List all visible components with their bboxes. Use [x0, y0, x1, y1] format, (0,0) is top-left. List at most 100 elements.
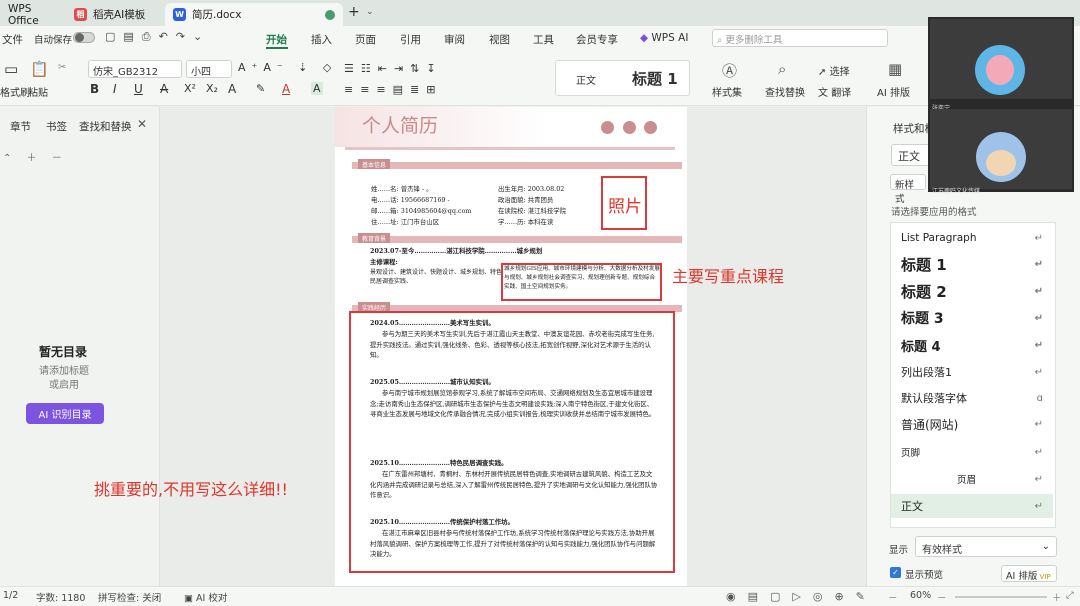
search-input[interactable]: ⌕ 更多删除工具	[712, 29, 888, 47]
menu-wps-ai[interactable]: ◆ WPS AI	[640, 32, 688, 44]
new-tab-button[interactable]: +	[348, 4, 360, 20]
ai-layout-icon[interactable]: ▦	[888, 60, 902, 78]
close-panel-icon[interactable]: ✕	[137, 117, 147, 131]
align-buttons[interactable]: ≡≡≡▤≣⊞	[344, 83, 442, 96]
format-painter-button[interactable]: 格式刷	[0, 84, 30, 99]
bold-button[interactable]: B	[90, 82, 99, 96]
empty-toc-hint-1: 请添加标题	[39, 366, 89, 377]
menu-file[interactable]: 文件	[2, 32, 23, 47]
zoom-plus-button[interactable]: ＋	[1052, 590, 1062, 604]
format-painter-icon[interactable]: ▭	[4, 60, 18, 78]
char-shading-button[interactable]: A	[311, 82, 323, 95]
menu-insert[interactable]: 插入	[311, 32, 332, 47]
return-icon: ↵	[1034, 366, 1043, 378]
menu-page[interactable]: 页面	[355, 32, 376, 47]
style-heading1-tile[interactable]: 标题 1	[632, 68, 678, 89]
preview-checkbox[interactable]: ✓	[890, 567, 901, 578]
style-item-normal-web[interactable]: 普通(网站) ↵	[891, 412, 1053, 436]
paste-button[interactable]: 粘贴	[28, 84, 48, 99]
vip-badge: VIP	[1037, 573, 1051, 581]
page-indicator[interactable]: 1/2	[3, 590, 18, 601]
apply-style-label: 请选择要应用的格式	[891, 207, 977, 218]
autosave-label: 自动保存	[34, 35, 73, 46]
paste-icon[interactable]: 📋	[30, 60, 49, 78]
style-item-label: 标题 2	[901, 282, 947, 301]
zoom-in-button[interactable]: －	[937, 590, 947, 604]
ai-proofread-button[interactable]: ▣ AI 校对	[184, 590, 227, 604]
find-replace-icon[interactable]: ⌕	[778, 60, 786, 78]
menu-home[interactable]: 开始	[266, 32, 287, 47]
style-set-icon[interactable]: Ⓐ	[722, 60, 737, 81]
ai-layout-ribbon-button[interactable]: AI 排版	[877, 84, 910, 99]
tab-template[interactable]: 稻稻壳AI模板	[66, 3, 162, 26]
superscript-button[interactable]: X²	[184, 82, 196, 95]
ai-layout-panel-button[interactable]: AI 排版 VIP	[1001, 565, 1057, 582]
style-item-label: 默认段落字体	[901, 392, 967, 405]
style-item-list-paragraph-1[interactable]: 列出段落1 ↵	[891, 360, 1053, 384]
tab-wps-home[interactable]: WPS Office	[0, 3, 64, 27]
cursor-icon: ➚	[818, 67, 827, 78]
chevron-down-icon[interactable]: ⌄	[366, 7, 374, 17]
basic-left-1: 姓……名: 曾杰锋 - 。	[371, 185, 433, 193]
exp-4-body: 在湛江市麻章区旧县村参与传统村落保护工作坊,系统学习传统村落保护理论与实践方法,…	[370, 529, 656, 558]
fit-page-icon[interactable]: ⤢	[1066, 590, 1074, 601]
basic-left-4: 住……址: 江门市台山区	[371, 218, 440, 226]
spell-check-status[interactable]: 拼写检查: 关闭	[98, 590, 161, 604]
style-item-heading-2[interactable]: 标题 2 ↵	[891, 279, 1053, 303]
return-icon: ↵	[1034, 258, 1043, 270]
exp-1-head: 2024.05……………………美术写生实训。	[370, 319, 495, 327]
outline-controls[interactable]: ⌃ ＋ －	[3, 149, 68, 164]
translate-button[interactable]: 文 翻译	[818, 84, 851, 99]
menu-member[interactable]: 会员专享	[576, 32, 618, 47]
tab-find-replace[interactable]: 查找和替换	[79, 119, 132, 134]
autosave-toggle[interactable]	[73, 32, 95, 43]
zoom-level[interactable]: 60%	[910, 590, 931, 601]
participant-name-2: 江苏鹿鸣文化传媒	[932, 188, 981, 195]
word-count[interactable]: 字数: 1180	[36, 590, 85, 604]
style-item-list-paragraph[interactable]: List Paragraph ↵	[891, 226, 1053, 250]
style-item-heading-4[interactable]: 标题 4 ↵	[891, 333, 1053, 357]
zoom-slider[interactable]	[955, 596, 1047, 598]
font-color-button[interactable]: A	[282, 82, 290, 96]
show-filter-select[interactable]: 有效样式 ⌄	[915, 536, 1057, 557]
new-style-button[interactable]: 新样式	[890, 174, 926, 205]
empty-toc-title: 暂无目录	[39, 345, 88, 359]
view-mode-buttons[interactable]: ◉▤▢▷◎⊕✎	[726, 590, 877, 603]
cut-icon[interactable]: ✂	[58, 62, 66, 73]
list-buttons[interactable]: ☰☷⇤⇥⇅↧	[344, 62, 443, 75]
select-button[interactable]: ➚ 选择	[818, 63, 850, 78]
style-item-footer[interactable]: 页脚 ↵	[891, 440, 1053, 464]
style-item-heading-1[interactable]: 标题 1 ↵	[891, 252, 1053, 276]
style-item-heading-3[interactable]: 标题 3 ↵	[891, 306, 1053, 330]
zoom-out-button[interactable]: －	[888, 590, 898, 604]
clear-format-button[interactable]: A	[228, 82, 236, 96]
style-item-label: 普通(网站)	[901, 417, 959, 432]
style-set-button[interactable]: 样式集	[712, 84, 742, 99]
menu-view[interactable]: 视图	[489, 32, 510, 47]
menu-tools[interactable]: 工具	[533, 32, 554, 47]
section-bar-basic	[352, 162, 682, 169]
style-item-header[interactable]: 页眉 ↵	[891, 467, 1053, 491]
font-name-select[interactable]: 仿宋_GB2312	[88, 60, 182, 78]
highlight-button[interactable]: ✎	[256, 82, 265, 95]
tab-chapters[interactable]: 章节	[10, 119, 31, 134]
tab-document[interactable]: W 简历.docx	[165, 3, 343, 26]
tab-bookmarks[interactable]: 书签	[46, 119, 67, 134]
underline-button[interactable]: U	[134, 82, 143, 96]
translate-icon: 文	[818, 88, 828, 99]
italic-button[interactable]: I	[113, 82, 117, 96]
menu-reference[interactable]: 引用	[400, 32, 421, 47]
quick-access-toolbar[interactable]: ▢▤⎙↶↷⌄	[105, 30, 210, 44]
phone-icon	[623, 121, 636, 134]
ai-toc-button[interactable]: AI 识别目录	[26, 403, 104, 424]
style-item-default-font[interactable]: 默认段落字体 ɑ	[891, 386, 1053, 410]
find-replace-button[interactable]: 查找替换	[765, 84, 805, 99]
font-size-buttons[interactable]: A⁺A⁻ ⇣ ◇	[238, 61, 337, 74]
font-size-select[interactable]: 小四	[186, 60, 232, 78]
subscript-button[interactable]: X₂	[206, 82, 218, 95]
close-tab-icon[interactable]	[325, 9, 335, 20]
strikethrough-button[interactable]: A	[160, 82, 168, 96]
menu-review[interactable]: 审阅	[444, 32, 465, 47]
style-item-normal[interactable]: 正文 ↵	[891, 494, 1053, 518]
style-normal-tile[interactable]: 正文	[576, 72, 596, 87]
